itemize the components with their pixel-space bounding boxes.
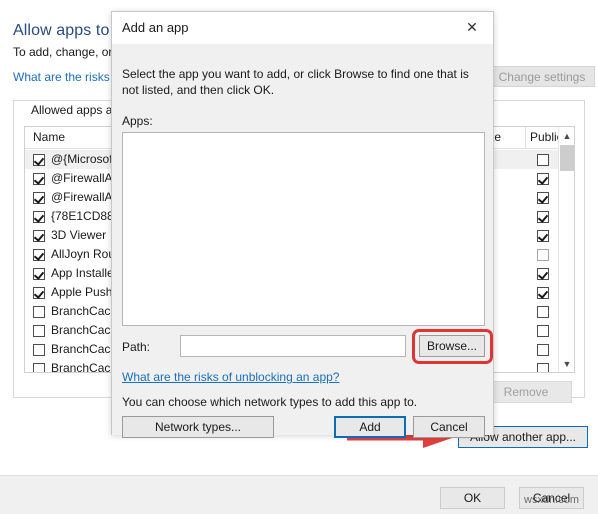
row-app-name: @{Microsoft [51,152,116,166]
row-allowed-checkbox[interactable] [33,362,45,372]
dialog-body: Select the app you want to add, or click… [112,44,493,438]
add-button[interactable]: Add [334,416,406,438]
row-app-name: App Installer [51,266,118,280]
change-settings-button[interactable]: Change settings [489,66,595,87]
dialog-cancel-button[interactable]: Cancel [413,416,485,438]
apps-label: Apps: [122,114,153,128]
row-app-name: Apple Push [51,285,113,299]
dialog-titlebar: Add an app ✕ [112,12,493,44]
watermark: wsxdn.com [524,494,580,506]
ok-button[interactable]: OK [440,487,505,509]
add-an-app-dialog: Add an app ✕ Select the app you want to … [111,11,494,438]
row-app-name: BranchCach [51,304,118,318]
row-app-name: BranchCach [51,361,118,373]
list-scrollbar[interactable]: ▲ ▼ [558,127,574,372]
scrollbar-thumb[interactable] [560,145,574,171]
row-app-name: 3D Viewer [51,228,107,242]
dialog-instruction: Select the app you want to add, or click… [122,67,469,97]
network-note: You can choose which network types to ad… [122,395,418,409]
bottom-command-bar [0,475,598,514]
row-public-checkbox[interactable] [537,362,549,372]
apps-listbox[interactable] [122,132,485,326]
close-icon[interactable]: ✕ [451,12,493,43]
path-input[interactable] [180,335,406,357]
row-app-name: BranchCach [51,323,118,337]
network-types-button[interactable]: Network types... [122,416,274,438]
screen: Allow apps to communicate through Window… [0,0,598,514]
scroll-down-icon[interactable]: ▼ [559,355,574,372]
column-header-name[interactable]: Name [33,130,65,144]
path-label: Path: [122,340,151,354]
column-divider [525,127,526,149]
dialog-title: Add an app [122,20,189,35]
browse-button[interactable]: Browse... [419,335,485,357]
row-app-name: AllJoyn Rout [51,247,119,261]
row-app-name: BranchCach [51,342,118,356]
scroll-up-icon[interactable]: ▲ [559,127,574,144]
unblocking-risks-link[interactable]: What are the risks of unblocking an app? [122,370,339,384]
